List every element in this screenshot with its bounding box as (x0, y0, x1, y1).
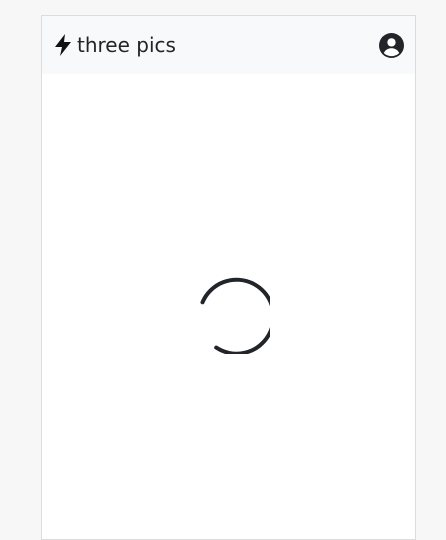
navbar: three pics (42, 16, 415, 74)
brand-link[interactable]: three pics (54, 34, 176, 56)
bolt-icon (54, 34, 72, 56)
brand-name: three pics (77, 33, 176, 57)
profile-button[interactable] (378, 32, 404, 58)
user-circle-icon (378, 32, 404, 58)
loading-spinner (190, 274, 270, 354)
app-frame: three pics (41, 15, 416, 540)
main-content (42, 74, 415, 539)
